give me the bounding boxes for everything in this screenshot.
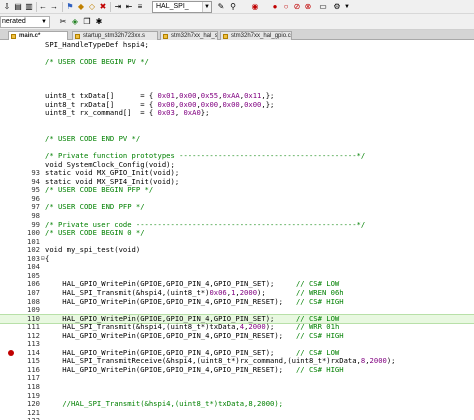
line-number: 109 [27, 305, 40, 315]
options-icon[interactable]: ✂ [58, 17, 68, 27]
chevron-down-icon[interactable]: ▼ [202, 2, 211, 12]
target-select-value: nerated [2, 18, 26, 25]
code-text: /* USER CODE BEGIN PFP */ [45, 185, 154, 195]
code-line[interactable]: 112 HAL_GPIO_WritePin(GPIOE,GPIO_PIN_4,G… [0, 330, 474, 340]
comment-icon[interactable]: ≡ [135, 2, 145, 12]
line-number: 98 [31, 211, 40, 220]
tab-label: stm32h7xx_hal_gpio.c [231, 33, 291, 39]
code-line[interactable]: 103 ⊟{ [0, 253, 474, 263]
copy-icon[interactable]: ❐ [82, 17, 92, 27]
code-line[interactable]: /* USER CODE BEGIN PV */ [0, 58, 474, 66]
search-icon[interactable]: ⚲ [228, 2, 238, 12]
code-line[interactable]: /* USER CODE END PV */ [0, 135, 474, 143]
line-number: 100 [27, 228, 40, 238]
code-text: HAL_GPIO_WritePin(GPIOE,GPIO_PIN_4,GPIO_… [45, 330, 344, 340]
code-line[interactable]: 109 [0, 306, 474, 314]
arrow-right-icon[interactable]: → [49, 2, 59, 12]
download-icon[interactable]: ⇩ [2, 2, 12, 12]
dropdown-icon[interactable]: ▼ [342, 2, 352, 12]
arrow-left-icon[interactable]: ← [38, 2, 48, 12]
code-line[interactable]: 100 /* USER CODE BEGIN 0 */ [0, 229, 474, 237]
window-icon[interactable]: ▭ [318, 2, 328, 12]
file-icon [223, 34, 228, 39]
code-text: /* Private function prototypes ---------… [45, 151, 366, 161]
code-text: /* USER CODE BEGIN 0 */ [45, 228, 145, 238]
code-text: { [45, 253, 50, 263]
clear-bookmarks-icon[interactable]: ✖ [98, 2, 108, 12]
insert-breakpoint-icon[interactable]: ● [270, 2, 280, 12]
target-bar: nerated ▼ ✂ ◈ ❐ ✱ [0, 14, 474, 30]
code-text: HAL_GPIO_WritePin(GPIOE,GPIO_PIN_4,GPIO_… [45, 296, 344, 306]
line-number: 111 [27, 322, 40, 332]
view-icon[interactable]: ▤ [13, 2, 23, 12]
indent-icon[interactable]: ⇥ [113, 2, 123, 12]
bookmark-icon[interactable]: ⚑ [65, 2, 75, 12]
code-line[interactable]: 102 void my_spi_test(void) [0, 246, 474, 254]
tab-label: stm32h7xx_hal_spi.c [171, 33, 218, 39]
line-number: 107 [27, 287, 40, 297]
settings-icon[interactable]: ⚙ [332, 2, 342, 12]
code-line[interactable] [0, 118, 474, 126]
code-text: //HAL_SPI_Transmit(&hspi4,(uint8_t*)txDa… [62, 399, 284, 409]
manage-icon[interactable]: ◈ [70, 17, 80, 27]
code-line[interactable]: 111 HAL_SPI_Transmit(&hspi4,(uint8_t*)tx… [0, 323, 474, 331]
prev-bookmark-icon[interactable]: ◆ [76, 2, 86, 12]
file-icon [11, 34, 16, 39]
toolbar: ⇩ ▤ ▥ ← → ⚑ ◆ ◇ ✖ ⇥ ⇤ ≡ HAL_SPI_ ▼ ✎ ⚲ ◉… [0, 0, 474, 14]
code-text: uint8_t rx_command[] = { 0x03, 0xA0}; [45, 108, 210, 118]
save-icon[interactable]: ▥ [24, 2, 34, 12]
debug-icon[interactable]: ◉ [250, 2, 260, 12]
code-line[interactable]: 120 //HAL_SPI_Transmit(&hspi4,(uint8_t*)… [0, 400, 474, 408]
tab-3[interactable]: stm32h7xx_hal_gpio.c [220, 31, 292, 40]
tab-label: main.c* [19, 33, 41, 39]
unindent-icon[interactable]: ⇤ [124, 2, 134, 12]
code-text: HAL_GPIO_WritePin(GPIOE,GPIO_PIN_4,GPIO_… [45, 364, 344, 374]
find-combo-value: HAL_SPI_ [156, 3, 189, 10]
code-text: /* USER CODE END PFP */ [45, 202, 145, 212]
code-line[interactable]: 95/* USER CODE BEGIN PFP */ [0, 186, 474, 194]
code-line[interactable] [0, 67, 474, 75]
chevron-down-icon[interactable]: ▼ [41, 19, 47, 25]
file-icon [75, 34, 80, 39]
code-text: void my_spi_test(void) [45, 245, 141, 255]
next-bookmark-icon[interactable]: ◇ [87, 2, 97, 12]
line-number: 102 [27, 245, 40, 255]
code-line[interactable]: 116 HAL_GPIO_WritePin(GPIOE,GPIO_PIN_4,G… [0, 364, 474, 374]
code-line[interactable]: uint8_t rx_command[] = { 0x03, 0xA0}; [0, 109, 474, 117]
code-text: /* USER CODE END PV */ [45, 134, 141, 144]
code-line[interactable]: SPI_HandleTypeDef hspi4; [0, 41, 474, 49]
tab-1[interactable]: startup_stm32h723xx.s [72, 31, 158, 40]
code-line[interactable]: 121 [0, 408, 474, 417]
code-line[interactable]: 118 [0, 383, 474, 391]
line-number: 120 [27, 399, 40, 409]
kill-breakpoints-icon[interactable]: ⊘ [292, 2, 302, 12]
tab-0[interactable]: main.c* [8, 31, 68, 40]
code-line[interactable]: 117 [0, 374, 474, 382]
tab-2[interactable]: stm32h7xx_hal_spi.c [160, 31, 218, 40]
code-line[interactable] [0, 75, 474, 83]
find-icon[interactable]: ✎ [216, 2, 226, 12]
code-text: SPI_HandleTypeDef hspi4; [45, 40, 149, 49]
file-icon [163, 34, 168, 39]
tab-bar: main.c* startup_stm32h723xx.s stm32h7xx_ha… [0, 30, 474, 40]
code-line[interactable]: 97/* USER CODE END PFP */ [0, 203, 474, 211]
disable-breakpoint-icon[interactable]: ○ [281, 2, 291, 12]
tab-label: startup_stm32h723xx.s [83, 33, 146, 39]
line-number: 118 [27, 382, 40, 391]
clear-icon[interactable]: ⊗ [303, 2, 313, 12]
find-combo[interactable]: HAL_SPI_ ▼ [152, 1, 212, 13]
code-editor[interactable]: SPI_HandleTypeDef hspi4; /* USER CODE BEG… [0, 41, 474, 420]
code-line[interactable]: 104 [0, 263, 474, 271]
code-line[interactable]: /* Private function prototypes ---------… [0, 152, 474, 160]
gear-icon[interactable]: ✱ [94, 17, 104, 27]
code-line[interactable]: 108 HAL_GPIO_WritePin(GPIOE,GPIO_PIN_4,G… [0, 296, 474, 306]
code-line[interactable]: 107 HAL_SPI_Transmit(&hspi4,(uint8_t*)0x… [0, 287, 474, 297]
code-text: /* USER CODE BEGIN PV */ [45, 57, 149, 67]
